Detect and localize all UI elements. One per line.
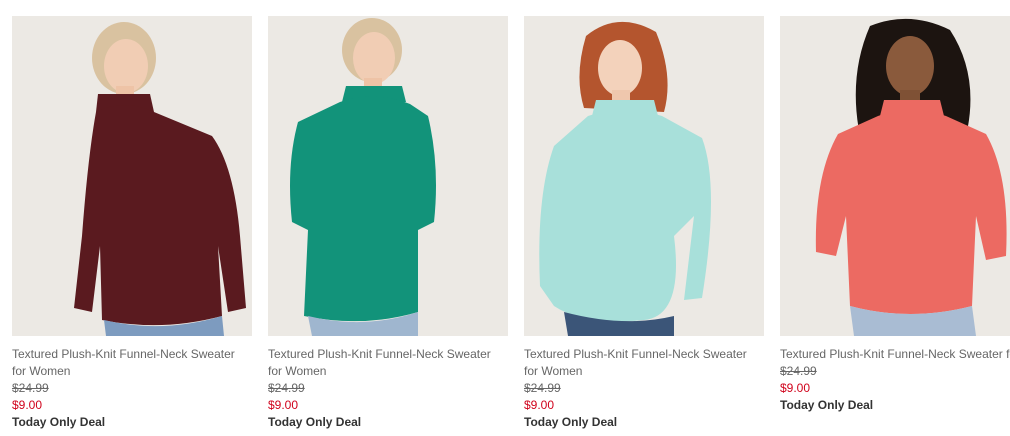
deal-badge: Today Only Deal — [780, 398, 874, 412]
product-photo — [780, 16, 1010, 336]
product-image-link[interactable] — [268, 16, 508, 336]
product-image-link[interactable] — [12, 16, 252, 336]
product-card[interactable]: Textured Plush-Knit Funnel-Neck Sweater … — [268, 16, 508, 431]
sale-price: $9.00 — [780, 381, 811, 395]
product-title[interactable]: Textured Plush-Knit Funnel-Neck Sweater … — [780, 346, 1010, 363]
regular-price: $24.99 — [12, 381, 49, 395]
product-image-link[interactable] — [524, 16, 764, 336]
product-card[interactable]: Textured Plush-Knit Funnel-Neck Sweater … — [780, 16, 1010, 414]
product-title[interactable]: Textured Plush-Knit Funnel-Neck Sweater … — [524, 346, 764, 380]
product-card[interactable]: Textured Plush-Knit Funnel-Neck Sweater … — [12, 16, 252, 431]
product-card[interactable]: Textured Plush-Knit Funnel-Neck Sweater … — [524, 16, 764, 431]
product-photo — [12, 16, 252, 336]
regular-price: $24.99 — [524, 381, 561, 395]
regular-price: $24.99 — [268, 381, 305, 395]
sale-price: $9.00 — [12, 398, 43, 412]
product-title[interactable]: Textured Plush-Knit Funnel-Neck Sweater … — [268, 346, 508, 380]
product-photo — [268, 16, 508, 336]
regular-price: $24.99 — [780, 364, 817, 378]
deal-badge: Today Only Deal — [524, 415, 618, 429]
deal-badge: Today Only Deal — [268, 415, 362, 429]
product-image-link[interactable] — [780, 16, 1010, 336]
sale-price: $9.00 — [268, 398, 299, 412]
product-title[interactable]: Textured Plush-Knit Funnel-Neck Sweater … — [12, 346, 252, 380]
sale-price: $9.00 — [524, 398, 555, 412]
product-grid: Textured Plush-Knit Funnel-Neck Sweater … — [0, 0, 1010, 436]
product-photo — [524, 16, 764, 336]
deal-badge: Today Only Deal — [12, 415, 106, 429]
